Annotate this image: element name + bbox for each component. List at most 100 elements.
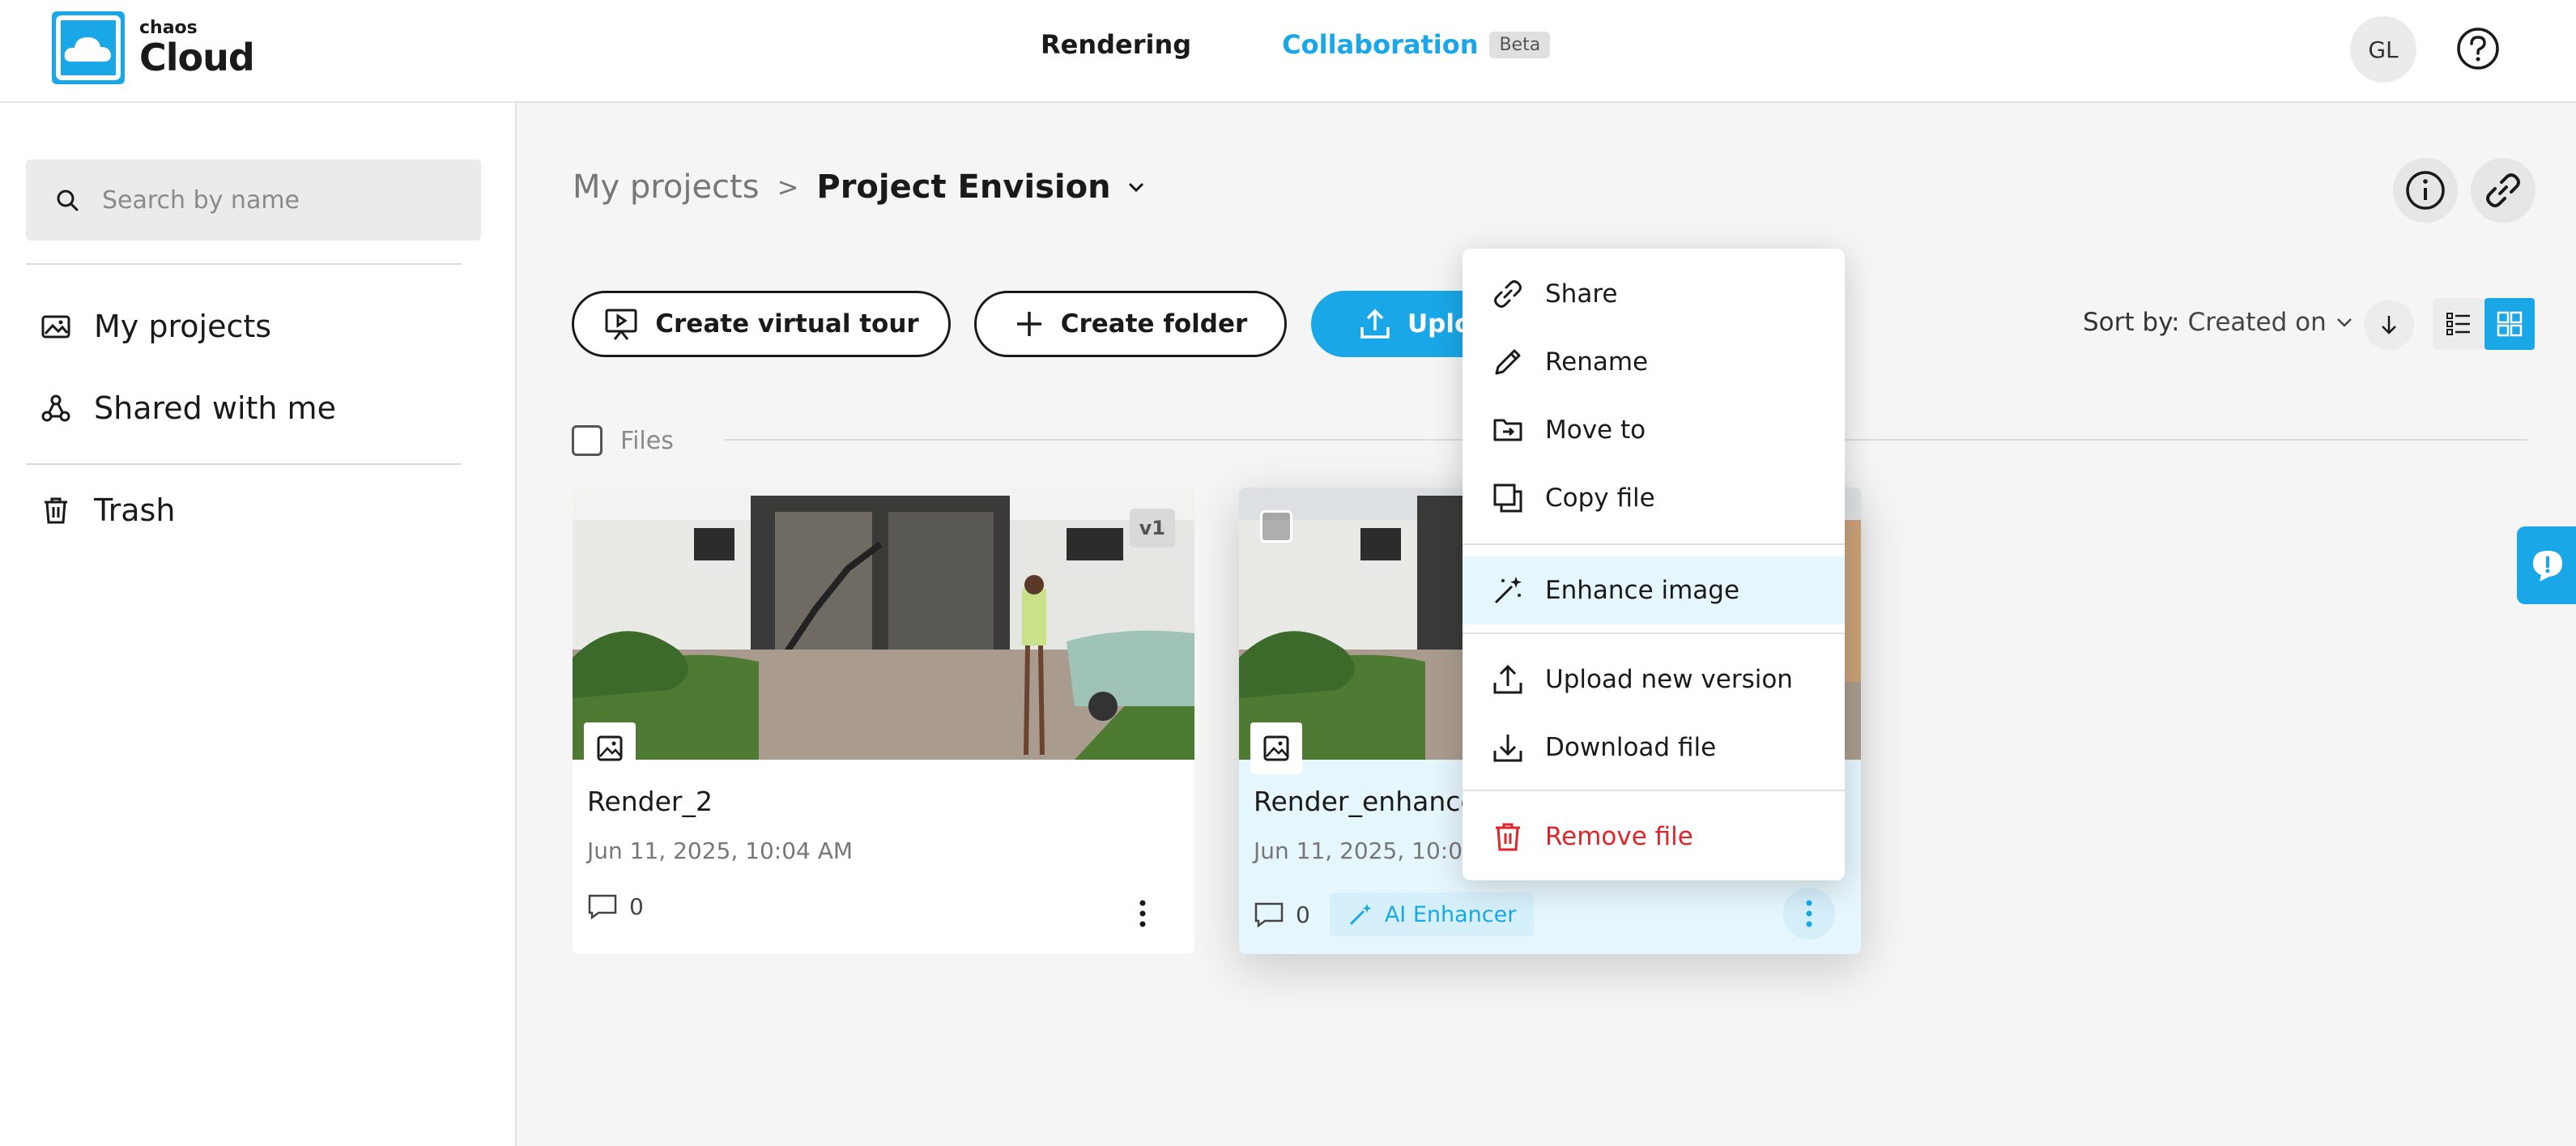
pencil-icon — [1495, 349, 1521, 375]
sidebar-divider — [26, 263, 462, 265]
search-icon — [57, 190, 79, 211]
menu-item-label: Remove file — [1545, 822, 1693, 851]
menu-item-label: Download file — [1545, 733, 1717, 762]
ai-enhancer-label: AI Enhancer — [1384, 901, 1517, 927]
trash-icon — [1496, 823, 1520, 851]
plus-icon — [1016, 312, 1041, 336]
sidebar-item-label: My projects — [94, 309, 272, 344]
breadcrumb-current[interactable]: Project Envision — [816, 168, 1110, 206]
feedback-tab[interactable] — [2517, 526, 2576, 604]
menu-item-move-to[interactable]: Move to — [1463, 396, 1845, 464]
list-view-button[interactable] — [2433, 298, 2484, 350]
kebab-icon — [1806, 900, 1812, 927]
comment-icon[interactable] — [1254, 901, 1284, 928]
trash-icon — [45, 497, 67, 524]
menu-separator — [1463, 543, 1845, 545]
menu-item-upload-new-version[interactable]: Upload new version — [1463, 645, 1845, 714]
menu-item-label: Upload new version — [1545, 665, 1793, 694]
arrow-down-icon — [2382, 316, 2396, 334]
files-label: Files — [620, 426, 674, 455]
comment-count: 0 — [1296, 901, 1310, 928]
breadcrumb-separator: > — [777, 172, 799, 202]
comment-count: 0 — [629, 893, 644, 920]
menu-separator — [1463, 790, 1845, 791]
files-header: Files — [572, 425, 674, 456]
grid-view-icon — [2497, 311, 2523, 337]
create-folder-button[interactable]: Create folder — [974, 291, 1287, 357]
upload-icon — [1360, 309, 1390, 339]
file-date: Jun 11, 2025, 10:04 AM — [587, 837, 854, 864]
menu-item-label: Rename — [1545, 347, 1649, 377]
info-button[interactable] — [2393, 158, 2458, 223]
select-all-checkbox[interactable] — [572, 425, 602, 456]
info-icon — [2406, 171, 2445, 210]
menu-item-label: Enhance image — [1545, 576, 1740, 605]
sort-value[interactable]: Created on — [2188, 308, 2327, 337]
menu-separator — [1463, 633, 1845, 634]
menu-item-download-file[interactable]: Download file — [1463, 714, 1845, 782]
image-folder-icon — [41, 315, 70, 339]
share-nodes-icon — [41, 394, 70, 422]
menu-item-label: Copy file — [1545, 484, 1655, 513]
logo-small-text: chaos — [139, 18, 198, 38]
folder-move-icon — [1493, 419, 1522, 441]
list-view-icon — [2446, 313, 2470, 335]
menu-item-enhance-image[interactable]: Enhance image — [1463, 556, 1845, 624]
sidebar: My projects Shared with me Trash — [0, 103, 517, 1146]
presentation-icon — [605, 309, 637, 340]
logo-big-text: Cloud — [139, 36, 255, 79]
menu-item-label: Move to — [1545, 415, 1646, 445]
link-icon — [2486, 173, 2520, 207]
main-nav: Rendering Collaboration Beta — [1041, 29, 1551, 60]
more-options-button[interactable] — [1783, 888, 1835, 939]
grid-view-button[interactable] — [2484, 298, 2535, 350]
magic-wand-icon — [1349, 904, 1372, 926]
breadcrumb-root[interactable]: My projects — [573, 168, 760, 206]
sidebar-item-my-projects[interactable]: My projects — [40, 309, 271, 344]
create-folder-label: Create folder — [1060, 309, 1248, 339]
version-badge: v1 — [1129, 509, 1175, 547]
search-input[interactable] — [102, 185, 475, 215]
help-icon[interactable] — [2455, 26, 2501, 71]
nav-collaboration[interactable]: Collaboration — [1282, 29, 1478, 60]
create-virtual-tour-button[interactable]: Create virtual tour — [572, 291, 951, 357]
menu-item-copy-file[interactable]: Copy file — [1463, 464, 1845, 532]
search-box[interactable] — [26, 160, 481, 241]
cloud-logo-icon — [52, 11, 125, 84]
file-footer: 0 AI Enhancer — [1254, 893, 1535, 936]
file-footer: 0 — [587, 893, 644, 920]
chevron-down-icon[interactable] — [1126, 177, 1147, 198]
sort-label: Sort by: — [2083, 308, 2180, 337]
file-title[interactable]: Render_enhanced — [1254, 786, 1494, 817]
user-avatar[interactable]: GL — [2350, 16, 2416, 83]
menu-item-rename[interactable]: Rename — [1463, 328, 1845, 396]
copy-link-button[interactable] — [2471, 158, 2536, 223]
menu-item-remove-file[interactable]: Remove file — [1463, 803, 1845, 871]
menu-item-label: Share — [1545, 279, 1618, 309]
download-icon — [1493, 735, 1522, 762]
render-thumbnail[interactable]: v1 — [573, 488, 1194, 760]
file-card[interactable]: v1 Render_2 Jun 11, 2025, 10:04 AM 0 — [573, 488, 1194, 954]
image-type-icon — [584, 722, 636, 774]
chevron-down-icon — [2336, 318, 2352, 327]
more-options-button[interactable] — [1117, 888, 1169, 939]
upload-icon — [1493, 664, 1522, 694]
copy-icon — [1493, 484, 1522, 513]
sidebar-item-shared[interactable]: Shared with me — [40, 390, 336, 426]
sidebar-item-label: Trash — [94, 492, 176, 528]
nav-rendering[interactable]: Rendering — [1041, 29, 1191, 60]
file-title[interactable]: Render_2 — [587, 786, 713, 817]
menu-item-share[interactable]: Share — [1463, 260, 1845, 328]
select-checkbox[interactable] — [1260, 510, 1292, 543]
comment-icon[interactable] — [587, 893, 618, 920]
file-context-menu: Share Rename Move to Copy file Enhance i… — [1463, 249, 1845, 880]
sort-control[interactable]: Sort by: Created on — [2083, 308, 2354, 337]
sidebar-divider — [26, 463, 462, 465]
create-virtual-tour-label: Create virtual tour — [655, 309, 919, 339]
link-icon — [1494, 280, 1522, 308]
chaos-cloud-logo[interactable]: chaos Cloud — [52, 11, 255, 84]
sidebar-item-trash[interactable]: Trash — [40, 492, 175, 528]
sort-direction-button[interactable] — [2364, 300, 2414, 350]
breadcrumb: My projects > Project Envision — [573, 168, 1147, 206]
top-header: chaos Cloud Rendering Collaboration Beta… — [0, 0, 2576, 103]
